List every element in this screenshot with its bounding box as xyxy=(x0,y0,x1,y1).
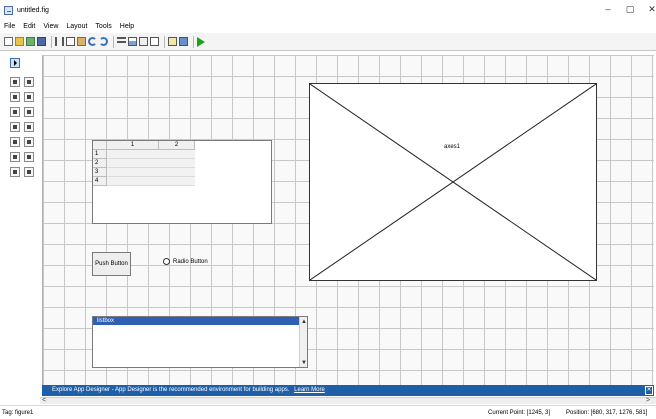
radio-button-label: Radio Button xyxy=(173,258,208,265)
axes-placeholder xyxy=(310,84,596,280)
align-icon[interactable] xyxy=(117,37,126,46)
axes-tag: axes1 xyxy=(444,144,461,150)
table-col-header[interactable]: 1 xyxy=(107,141,159,150)
toggle-button-icon[interactable] xyxy=(10,137,20,147)
edit-icon[interactable] xyxy=(26,37,35,46)
menu-bar: File Edit View Layout Tools Help xyxy=(0,20,656,33)
menu-layout[interactable]: Layout xyxy=(66,23,87,30)
copy-icon[interactable] xyxy=(66,37,75,46)
table-corner xyxy=(93,141,107,150)
maximize-button[interactable]: ▢ xyxy=(622,2,638,16)
scroll-up-icon[interactable]: ▲ xyxy=(301,319,307,325)
window-title: untitled.fig xyxy=(17,6,49,14)
static-text-icon[interactable] xyxy=(24,107,34,117)
title-bar: untitled.fig – ▢ ✕ xyxy=(0,0,656,20)
slider-icon[interactable] xyxy=(24,77,34,87)
paste-icon[interactable] xyxy=(77,37,86,46)
close-button[interactable]: ✕ xyxy=(644,2,656,16)
toolbar-separator xyxy=(113,35,114,48)
table-cell[interactable] xyxy=(107,150,195,159)
menu-edit[interactable]: Edit xyxy=(23,23,35,30)
select-icon[interactable] xyxy=(10,58,20,68)
table-icon[interactable] xyxy=(24,137,34,147)
checkbox-icon[interactable] xyxy=(24,92,34,102)
radio-circle-icon[interactable] xyxy=(163,258,170,265)
axes-icon[interactable] xyxy=(10,152,20,162)
radio-button[interactable]: Radio Button xyxy=(163,258,208,265)
tab-order-icon[interactable] xyxy=(139,37,148,46)
toolbar-separator xyxy=(164,35,165,48)
status-bar: Tag: figure1 Current Point: [1245, 3] Po… xyxy=(0,405,656,419)
matlab-figure-icon xyxy=(4,5,13,15)
table-cell[interactable] xyxy=(107,168,195,177)
listbox-icon[interactable] xyxy=(24,122,34,132)
learn-more-link[interactable]: Learn More xyxy=(294,387,325,393)
menu-view[interactable]: View xyxy=(43,23,58,30)
table-row-header[interactable]: 3 xyxy=(93,168,107,177)
banner-close-icon[interactable]: ✕ xyxy=(645,386,653,395)
layout-canvas[interactable]: 1 2 1 2 3 4 Push Button Radio Button axe… xyxy=(42,55,654,385)
save-icon[interactable] xyxy=(37,37,46,46)
status-current-point: Current Point: [1245, 3] xyxy=(488,410,551,416)
listbox[interactable]: listbox ▲ ▼ xyxy=(92,316,308,368)
redo-icon[interactable] xyxy=(99,37,108,46)
popup-menu-icon[interactable] xyxy=(10,122,20,132)
radio-button-icon[interactable] xyxy=(10,92,20,102)
menu-help[interactable]: Help xyxy=(120,23,134,30)
edit-text-icon[interactable] xyxy=(10,107,20,117)
undo-icon[interactable] xyxy=(88,37,97,46)
listbox-scrollbar[interactable]: ▲ ▼ xyxy=(299,317,307,367)
app-designer-banner: Explore App Designer - App Designer is t… xyxy=(42,385,654,396)
banner-text: Explore App Designer - App Designer is t… xyxy=(52,387,290,393)
minimize-button[interactable]: – xyxy=(600,2,616,16)
editor-icon[interactable] xyxy=(150,37,159,46)
axes[interactable]: axes1 xyxy=(309,83,597,281)
menu-tools[interactable]: Tools xyxy=(95,23,111,30)
activex-icon[interactable] xyxy=(24,167,34,177)
menu-editor-icon[interactable] xyxy=(128,37,137,46)
toolbar-separator xyxy=(193,35,194,48)
toolbar-separator xyxy=(51,35,52,48)
uitable[interactable]: 1 2 1 2 3 4 xyxy=(92,140,272,224)
status-position: Position: [680, 317, 1276, 581] xyxy=(566,410,648,416)
run-icon[interactable] xyxy=(197,36,205,47)
table-col-header[interactable]: 2 xyxy=(159,141,195,150)
table-row-header[interactable]: 2 xyxy=(93,159,107,168)
table-row-header[interactable]: 1 xyxy=(93,150,107,159)
table-cell[interactable] xyxy=(107,177,195,186)
scroll-down-icon[interactable]: ▼ xyxy=(301,360,307,366)
push-button-icon[interactable] xyxy=(10,77,20,87)
panel-icon[interactable] xyxy=(24,152,34,162)
scroll-left-icon[interactable]: < xyxy=(42,397,46,404)
property-inspector-icon[interactable] xyxy=(168,37,177,46)
listbox-selected-item[interactable]: listbox xyxy=(93,317,301,325)
component-palette xyxy=(10,58,38,188)
table-row-header[interactable]: 4 xyxy=(93,177,107,186)
status-tag: Tag: figure1 xyxy=(2,410,34,416)
scroll-right-icon[interactable]: > xyxy=(646,397,650,404)
horizontal-scrollbar[interactable]: < > xyxy=(40,397,656,404)
cut-icon[interactable] xyxy=(55,37,64,46)
push-button[interactable]: Push Button xyxy=(92,252,131,276)
menu-file[interactable]: File xyxy=(4,23,15,30)
table-cell[interactable] xyxy=(107,159,195,168)
button-group-icon[interactable] xyxy=(10,167,20,177)
new-icon[interactable] xyxy=(4,37,13,46)
object-browser-icon[interactable] xyxy=(179,37,188,46)
open-icon[interactable] xyxy=(15,37,24,46)
toolbar xyxy=(0,33,656,51)
